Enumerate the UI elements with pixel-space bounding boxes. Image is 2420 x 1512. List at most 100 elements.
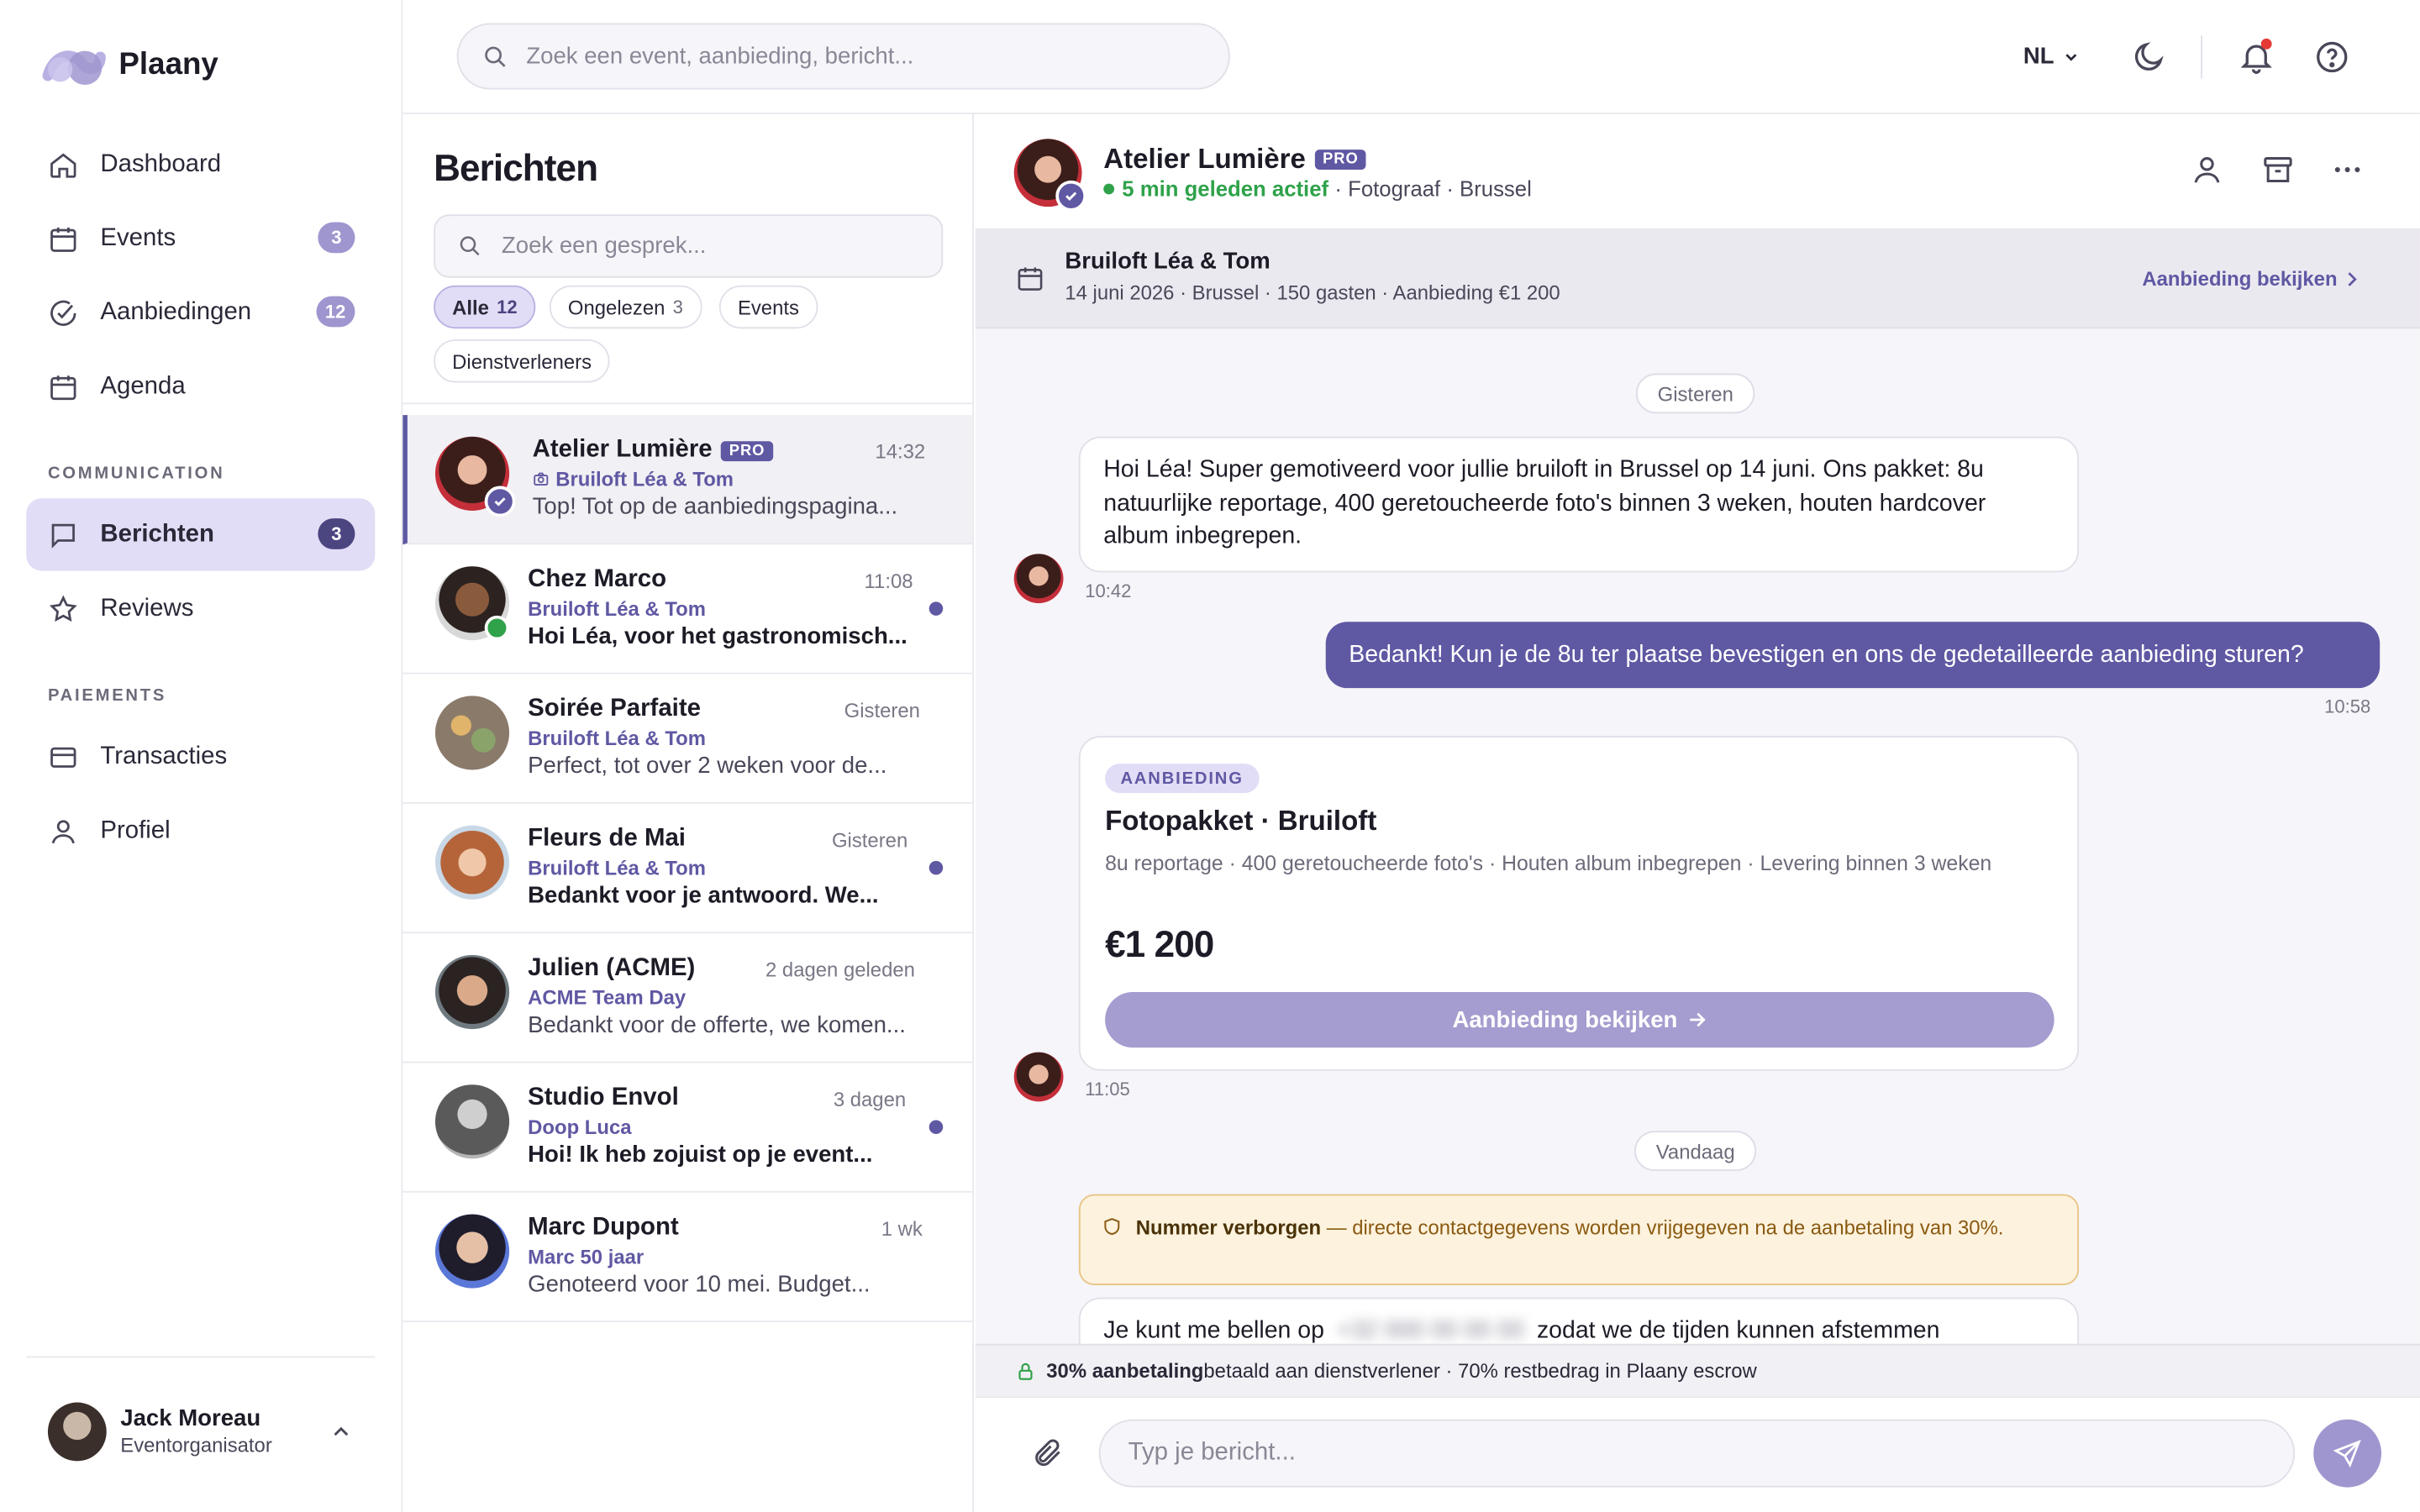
sidebar-item-profiel[interactable]: Profiel: [26, 795, 375, 867]
filter-chip-events[interactable]: Events: [718, 285, 818, 329]
pro-badge: PRO: [721, 440, 773, 461]
sidebar-item-dashboard[interactable]: Dashboard: [26, 128, 375, 200]
logo[interactable]: Plaany: [42, 42, 218, 88]
chevron-up-icon[interactable]: [332, 1422, 350, 1441]
conversation-name: Julien (ACME): [528, 954, 696, 982]
conversation-search-input[interactable]: Zoek een gesprek...: [434, 214, 944, 278]
conversation-event: Bruiloft Léa & Tom: [528, 856, 706, 879]
incoming-message: Hoi Léa! Super gemotiveerd voor jullie b…: [1078, 436, 2080, 573]
conversation-event: ACME Team Day: [528, 985, 687, 1010]
pro-badge: PRO: [1314, 150, 1366, 171]
conversation-preview: Genoteerd voor 10 mei. Budget...: [528, 1271, 871, 1298]
sidebar-item-transacties[interactable]: Transacties: [26, 721, 375, 793]
paperclip-icon[interactable]: [1031, 1436, 1065, 1470]
conversation-event: Bruiloft Léa & Tom: [533, 468, 734, 491]
search-icon: [485, 45, 506, 67]
user-menu[interactable]: Jack Moreau Eventorganisator: [26, 1356, 376, 1510]
offer-price: €1 200: [1105, 924, 1214, 966]
notification-dot: [2260, 38, 2272, 50]
contact-status: 5 min geleden actief · Fotograaf · Bruss…: [1103, 176, 1532, 201]
sidebar-item-label: Agenda: [100, 372, 186, 399]
divider: [2201, 35, 2202, 79]
filter-chip-ongelezen[interactable]: Ongelezen 3: [549, 285, 702, 329]
events-count-badge: 3: [318, 222, 355, 254]
sidebar-item-label: Transacties: [100, 743, 228, 769]
filter-chip-dienstverleners[interactable]: Dienstverleners: [434, 339, 611, 383]
sidebar-item-label: Events: [100, 224, 176, 251]
activity-status: 5 min geleden actief: [1122, 176, 1329, 201]
message-time: 10:58: [2324, 696, 2371, 718]
offer-title: Fotopakket · Bruiloft: [1105, 805, 1377, 837]
offer-description: 8u reportage · 400 geretoucheerde foto's…: [1105, 851, 1992, 875]
more-options-icon[interactable]: [2330, 153, 2364, 186]
calendar-icon: [50, 226, 76, 251]
user-icon: [51, 819, 75, 843]
filter-count: 12: [497, 296, 518, 318]
message-icon: [51, 522, 75, 548]
message-time: 10:42: [1085, 580, 1132, 602]
conversation-name: Marc Dupont: [528, 1214, 679, 1241]
calendar-icon: [50, 375, 76, 400]
verified-badge: [484, 486, 516, 517]
sidebar-item-berichten[interactable]: Berichten 3: [26, 498, 376, 571]
conversation-name: Fleurs de Mai: [528, 825, 686, 852]
contact-name: Atelier Lumière PRO: [1103, 144, 1366, 176]
sidebar-item-events[interactable]: Events 3: [26, 202, 375, 275]
send-button[interactable]: [2313, 1419, 2382, 1488]
archive-icon[interactable]: [2261, 153, 2295, 186]
home-icon: [50, 152, 76, 177]
app-name: Plaany: [118, 47, 218, 81]
sidebar-item-reviews[interactable]: Reviews: [26, 572, 375, 644]
sidebar-item-label: Berichten: [100, 520, 214, 548]
user-name: Jack Moreau: [120, 1405, 261, 1432]
message-input-placeholder: Typ je bericht...: [1128, 1439, 1296, 1466]
view-offer-button[interactable]: Aanbieding bekijken: [1105, 991, 2054, 1048]
conversation-time: Gisteren: [831, 828, 908, 852]
conversation-item-marc-dupont[interactable]: Marc Dupont 1 wk Marc 50 jaar Genoteerd …: [402, 1192, 973, 1323]
card-icon: [50, 746, 76, 767]
chevron-right-icon: [2349, 271, 2358, 286]
conversation-item-julien-acme[interactable]: Julien (ACME) 2 dagen geleden ACME Team …: [402, 933, 973, 1063]
notifications-button[interactable]: [2238, 38, 2275, 76]
conversation-event: Doop Luca: [528, 1115, 632, 1139]
section-title-payments: PAIEMENTS: [47, 686, 167, 706]
check-icon: [494, 497, 506, 507]
conversation-item-studio-envol[interactable]: Studio Envol 3 dagen Doop Luca Hoi! Ik h…: [402, 1063, 973, 1193]
message-input[interactable]: Typ je bericht...: [1098, 1419, 2296, 1488]
conversation-time: 3 dagen: [833, 1087, 907, 1111]
conversation-event: Bruiloft Léa & Tom: [528, 596, 706, 621]
view-offer-link[interactable]: Aanbieding bekijken: [2142, 267, 2359, 290]
language-label: NL: [2023, 43, 2054, 70]
filter-label: Alle: [452, 295, 489, 319]
notice-text: — directe contactgegevens worden vrijgeg…: [1321, 1215, 2004, 1239]
avatar: [434, 954, 510, 1030]
escrow-title: 30% aanbetaling: [1046, 1359, 1204, 1383]
conversation-item-atelier-lumiere[interactable]: Atelier Lumière PRO 14:32 Bruiloft Léa & …: [402, 415, 973, 545]
sidebar-item-label: Profiel: [100, 816, 171, 843]
global-search-input[interactable]: Zoek een event, aanbieding, bericht...: [456, 23, 1230, 90]
sidebar-item-label: Aanbiedingen: [100, 298, 252, 325]
sidebar-item-label: Dashboard: [100, 150, 222, 177]
online-indicator: [1103, 182, 1115, 194]
sidebar-item-agenda[interactable]: Agenda: [26, 350, 375, 423]
conversation-time: 2 dagen geleden: [765, 958, 915, 982]
logo-icon: [42, 50, 106, 86]
conversation-list-panel: Berichten Zoek een gesprek... Alle 12 On…: [402, 113, 974, 1512]
avatar: [434, 825, 510, 900]
conversation-item-chez-marco[interactable]: Chez Marco 11:08 Bruiloft Léa & Tom Hoi …: [402, 544, 973, 675]
dark-mode-icon[interactable]: [2130, 39, 2167, 76]
help-icon[interactable]: [2313, 39, 2350, 76]
profile-icon[interactable]: [2190, 153, 2223, 186]
unread-dot: [929, 1120, 944, 1134]
filter-count: 3: [672, 296, 683, 318]
conversation-item-soiree-parfaite[interactable]: Soirée Parfaite Gisteren Bruiloft Léa & …: [402, 674, 973, 804]
global-search-placeholder: Zoek een event, aanbieding, bericht...: [526, 43, 914, 70]
avatar: [1013, 1052, 1064, 1102]
conversation-item-fleurs-de-mai[interactable]: Fleurs de Mai Gisteren Bruiloft Léa & To…: [402, 803, 973, 934]
filter-chip-alle[interactable]: Alle 12: [434, 285, 536, 329]
sidebar-item-aanbiedingen[interactable]: Aanbiedingen 12: [26, 276, 375, 349]
sidebar: Plaany Dashboard Events 3 Aanbiedingen 1…: [0, 0, 403, 1512]
event-title: Bruiloft Léa & Tom: [1065, 248, 1270, 275]
camera-icon: [534, 472, 549, 486]
language-selector[interactable]: NL: [2023, 43, 2079, 70]
